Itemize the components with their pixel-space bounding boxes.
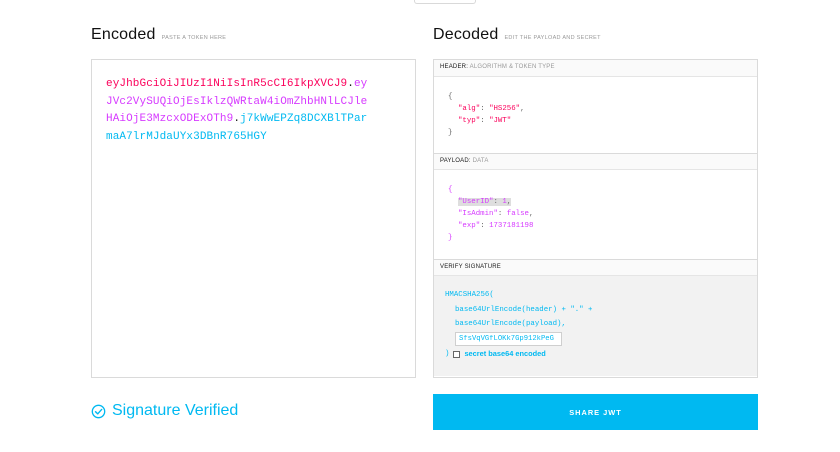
- encoded-token-input[interactable]: eyJhbGciOiJIUzI1NiIsInR5cCI6IkpXVCJ9.eyJ…: [91, 59, 416, 378]
- signature-verified-text: Signature Verified: [112, 402, 239, 419]
- verify-line-payload: base64UrlEncode(payload),: [455, 320, 566, 328]
- decoded-title: Decoded: [433, 26, 499, 43]
- decoded-heading: Decoded EDIT THE PAYLOAD AND SECRET: [433, 26, 601, 44]
- json-key: "IsAdmin": [458, 210, 498, 218]
- verify-section-label: VERIFY SIGNATURE: [434, 259, 757, 276]
- header-section-label: HEADER: ALGORITHM & TOKEN TYPE: [434, 60, 757, 77]
- payload-section-label: PAYLOAD: DATA: [434, 153, 757, 170]
- json-key: "alg": [458, 105, 481, 113]
- json-key: "typ": [458, 117, 481, 125]
- top-tab-handle: [414, 0, 476, 4]
- json-value: "JWT": [489, 117, 512, 125]
- share-jwt-button[interactable]: SHARE JWT: [433, 394, 758, 430]
- json-value: 1737181198: [489, 222, 534, 230]
- brace-close: }: [448, 129, 453, 137]
- secret-input[interactable]: [455, 331, 562, 346]
- hmac-close: ): [445, 349, 450, 358]
- verify-signature-block: HMACSHA256( base64UrlEncode(header) + ".…: [434, 276, 757, 376]
- header-json-editor[interactable]: { "alg": "HS256", "typ": "JWT" }: [434, 77, 757, 153]
- encoded-title: Encoded: [91, 26, 156, 43]
- verify-label: VERIFY SIGNATURE: [440, 264, 501, 270]
- verify-line-header: base64UrlEncode(header) + "." +: [455, 305, 593, 314]
- secret-base64-label[interactable]: secret base64 encoded: [464, 347, 545, 362]
- brace-open: {: [448, 186, 453, 194]
- brace-open: {: [448, 93, 453, 101]
- header-sublabel: ALGORITHM & TOKEN TYPE: [469, 64, 555, 70]
- json-key: "UserID": [458, 198, 494, 206]
- json-key: "exp": [458, 222, 481, 230]
- encoded-heading: Encoded PASTE A TOKEN HERE: [91, 26, 226, 44]
- payload-sublabel: DATA: [472, 158, 489, 164]
- header-label: HEADER:: [440, 64, 469, 70]
- secret-base64-checkbox[interactable]: [453, 350, 461, 358]
- payload-json-editor[interactable]: { "UserID": 1, "IsAdmin": false, "exp": …: [434, 170, 757, 259]
- signature-status: Signature Verified: [91, 402, 238, 420]
- token-header-part: eyJhbGciOiJIUzI1NiIsInR5cCI6IkpXVCJ9: [106, 78, 348, 90]
- check-circle-icon: [91, 404, 106, 418]
- decoded-hint: EDIT THE PAYLOAD AND SECRET: [504, 35, 601, 41]
- decoded-panel: HEADER: ALGORITHM & TOKEN TYPE { "alg": …: [433, 59, 758, 378]
- json-value: "HS256": [489, 105, 521, 113]
- payload-label: PAYLOAD:: [440, 158, 471, 164]
- json-value: false: [506, 210, 529, 218]
- hmac-function: HMACSHA256(: [445, 291, 494, 299]
- token-text[interactable]: eyJhbGciOiJIUzI1NiIsInR5cCI6IkpXVCJ9.eyJ…: [92, 60, 382, 146]
- encoded-hint: PASTE A TOKEN HERE: [161, 35, 227, 41]
- brace-close: }: [448, 234, 453, 242]
- token-dot: .: [347, 78, 354, 90]
